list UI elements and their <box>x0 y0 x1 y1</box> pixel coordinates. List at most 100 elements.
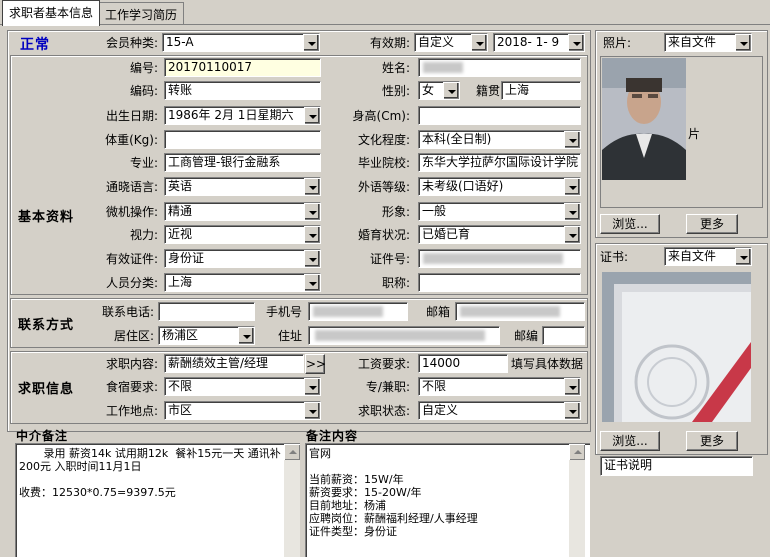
language-label: 通晓语言: <box>105 180 158 194</box>
scroll-up-icon[interactable] <box>569 444 585 460</box>
origin-label: 籍贯 <box>476 84 501 98</box>
chevron-down-icon <box>304 402 320 419</box>
height-label: 身高(Cm): <box>352 109 410 123</box>
chevron-down-icon <box>304 178 320 195</box>
birth-label: 出生日期: <box>105 109 158 123</box>
birth-date-picker[interactable]: 1986年 2月 1日星期六 <box>164 106 321 125</box>
validity-date-picker[interactable]: 2018- 1- 9 <box>493 33 585 52</box>
computer-select[interactable]: 精通 <box>164 202 321 221</box>
language-select[interactable]: 英语 <box>164 177 321 196</box>
id-number-label: 证件号: <box>369 252 410 266</box>
chevron-down-icon <box>735 248 751 265</box>
id-number-field[interactable] <box>418 249 581 268</box>
chevron-down-icon <box>443 82 459 99</box>
salary-field[interactable]: 14000 <box>418 354 508 373</box>
agency-note-scrollbar[interactable] <box>284 444 300 557</box>
chevron-down-icon <box>304 226 320 243</box>
id-type-label: 有效证件: <box>105 252 158 266</box>
scroll-up-icon[interactable] <box>284 444 300 460</box>
chevron-down-icon <box>304 107 320 124</box>
computer-label: 微机操作: <box>105 205 158 219</box>
job-content-field[interactable]: 薪酬绩效主管/经理 <box>164 354 304 373</box>
certificate-label: 证书: <box>600 250 629 264</box>
section-contact: 联系方式 <box>18 318 75 333</box>
school-field[interactable]: 东华大学拉萨尔国际设计学院 <box>418 153 581 172</box>
district-select[interactable]: 杨浦区 <box>158 326 255 345</box>
state-label: 求职状态: <box>357 404 410 418</box>
certificate-browse-button[interactable]: 浏览... <box>600 431 660 451</box>
name-field[interactable] <box>418 58 581 77</box>
salary-hint: 填写具体数据 <box>511 357 584 371</box>
tab-basic-info[interactable]: 求职者基本信息 <box>2 0 101 26</box>
photo-more-button[interactable]: 更多 <box>686 214 738 234</box>
email-field[interactable] <box>455 302 585 321</box>
agency-note-title: 中介备注 <box>16 429 69 443</box>
id-type-select[interactable]: 身份证 <box>164 249 321 268</box>
title-label: 职称: <box>381 276 410 290</box>
tab-bar: 求职者基本信息 工作学习简历 <box>0 0 770 26</box>
chevron-down-icon <box>568 34 584 51</box>
member-type-select[interactable]: 15-A <box>162 33 320 52</box>
title-field[interactable] <box>418 273 581 292</box>
tab-work-history[interactable]: 工作学习简历 <box>98 2 185 24</box>
number-label: 编号: <box>129 61 158 75</box>
status-badge: 正常 <box>20 37 50 53</box>
remarks-title: 备注内容 <box>306 429 359 443</box>
email-label: 邮箱 <box>425 305 450 319</box>
certificate-source-select[interactable]: 来自文件 <box>664 247 752 266</box>
meal-select[interactable]: 不限 <box>164 377 321 396</box>
validity-mode-select[interactable]: 自定义 <box>414 33 488 52</box>
agency-note-memo[interactable]: 录用 薪资14k 试用期12k 餐补15元一天 通讯补200元 入职时间11月1… <box>15 443 300 557</box>
height-field[interactable] <box>418 106 581 125</box>
address-field[interactable] <box>308 326 500 345</box>
chevron-down-icon <box>735 34 751 51</box>
chevron-down-icon <box>304 250 320 267</box>
origin-field[interactable]: 上海 <box>501 81 581 100</box>
education-label: 文化程度: <box>357 133 410 147</box>
gender-label: 性别: <box>381 84 410 98</box>
marital-select[interactable]: 已婚已育 <box>418 225 581 244</box>
chevron-down-icon <box>304 274 320 291</box>
location-select[interactable]: 市区 <box>164 401 321 420</box>
member-type-label: 会员种类: <box>105 36 158 50</box>
state-select[interactable]: 自定义 <box>418 401 581 420</box>
appearance-label: 形象: <box>381 205 410 219</box>
language-level-select[interactable]: 未考级(口语好) <box>418 177 581 196</box>
chevron-down-icon <box>564 203 580 220</box>
photo-caption: 片 <box>688 127 701 141</box>
name-label: 姓名: <box>381 61 410 75</box>
remarks-scrollbar[interactable] <box>569 444 585 557</box>
code-field[interactable]: 转账 <box>164 81 321 100</box>
category-select[interactable]: 上海 <box>164 273 321 292</box>
meal-label: 食宿要求: <box>105 380 158 394</box>
weight-label: 体重(Kg): <box>105 133 158 147</box>
location-label: 工作地点: <box>105 404 158 418</box>
gender-select[interactable]: 女 <box>418 81 460 100</box>
chevron-down-icon <box>564 178 580 195</box>
certificate-more-button[interactable]: 更多 <box>686 431 738 451</box>
zip-field[interactable] <box>542 326 585 345</box>
photo-source-select[interactable]: 来自文件 <box>664 33 752 52</box>
photo-label: 照片: <box>603 36 632 50</box>
number-field[interactable]: 20170110017 <box>164 58 321 77</box>
education-select[interactable]: 本科(全日制) <box>418 130 581 149</box>
vision-select[interactable]: 近视 <box>164 225 321 244</box>
chevron-down-icon <box>564 402 580 419</box>
category-label: 人员分类: <box>105 276 158 290</box>
phone-field[interactable] <box>158 302 255 321</box>
job-content-more-button[interactable]: >> <box>305 354 326 374</box>
language-level-label: 外语等级: <box>357 180 410 194</box>
mobile-field[interactable] <box>308 302 408 321</box>
address-label: 住址 <box>277 329 302 343</box>
marital-label: 婚育状况: <box>357 228 410 242</box>
job-content-label: 求职内容: <box>105 357 158 371</box>
photo-browse-button[interactable]: 浏览... <box>600 214 660 234</box>
parttime-select[interactable]: 不限 <box>418 377 581 396</box>
remarks-memo[interactable]: 官网 当前薪资：15W/年 薪资要求：15-20W/年 目前地址：杨浦 应聘岗位… <box>305 443 590 557</box>
major-field[interactable]: 工商管理-银行金融系 <box>164 153 321 172</box>
appearance-select[interactable]: 一般 <box>418 202 581 221</box>
weight-field[interactable] <box>164 130 321 149</box>
mobile-label: 手机号 <box>265 305 302 319</box>
certificate-description-field[interactable]: 证书说明 <box>600 456 753 476</box>
vision-label: 视力: <box>129 228 158 242</box>
